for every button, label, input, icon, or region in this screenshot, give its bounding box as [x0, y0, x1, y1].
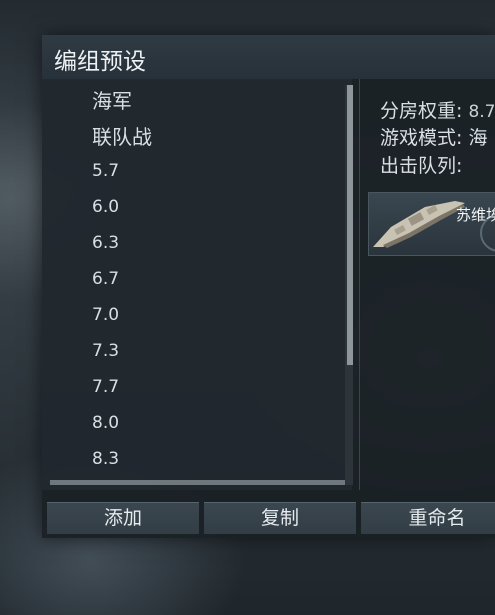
preset-tree-list[interactable]: 海军 联队战 5.7 6.0 6.3 6.7 7.0 7.3 7.7 8.0 8 [42, 79, 352, 490]
copy-button[interactable]: 复制 [204, 502, 356, 534]
list-item[interactable]: 7.0 [42, 297, 342, 333]
list-item-label: 8.3 [92, 449, 120, 469]
battle-rating-row: 分房权重: 8.7 [380, 96, 495, 123]
list-item[interactable]: 6.7 [42, 261, 342, 297]
list-item[interactable]: 7.7 [42, 369, 342, 405]
game-mode-row: 游戏模式: 海 [380, 123, 487, 150]
lineup-row: 出击队列: [380, 151, 462, 178]
panel-divider [359, 79, 360, 490]
add-button[interactable]: 添加 [47, 502, 199, 534]
lineup-label: 出击队列: [380, 155, 463, 177]
list-item-label: 8.0 [92, 413, 120, 433]
list-item-label: 6.7 [92, 269, 120, 289]
preset-dialog: 编组预设 海军 联队战 5.7 6.0 6.3 6.7 7.0 7.3 7.7 [42, 35, 495, 538]
game-mode-value: 海 [468, 127, 488, 149]
battle-rating-label: 分房权重: [380, 100, 463, 122]
list-item[interactable]: 7.3 [42, 333, 342, 369]
list-item-label: 6.3 [92, 233, 120, 253]
list-item[interactable]: 6.0 [42, 189, 342, 225]
list-item-label: 7.7 [92, 377, 120, 397]
ship-card[interactable]: 苏维埃 [368, 192, 495, 256]
ship-name: 苏维埃 [456, 206, 495, 224]
list-item[interactable]: 5.7 [42, 153, 342, 189]
list-item-label: 海军 [92, 89, 132, 113]
dialog-title: 编组预设 [54, 49, 146, 75]
battle-rating-value: 8.7 [468, 102, 495, 122]
list-item-label: 联队战 [92, 125, 152, 149]
list-item-label: 7.0 [92, 305, 120, 325]
list-item-label: 5.7 [92, 161, 120, 181]
horizontal-scrollbar[interactable] [50, 480, 345, 485]
list-item-label: 7.3 [92, 341, 120, 361]
rename-button[interactable]: 重命名 [361, 502, 495, 534]
list-item[interactable]: 6.3 [42, 225, 342, 261]
game-mode-label: 游戏模式: [380, 127, 463, 149]
list-item[interactable]: 联队战 [42, 117, 342, 153]
title-bar: 编组预设 [42, 35, 495, 79]
list-item-label: 6.0 [92, 197, 120, 217]
list-item[interactable]: 8.3 [42, 441, 342, 477]
list-item[interactable]: 8.0 [42, 405, 342, 441]
list-item[interactable]: 海军 [42, 81, 342, 117]
vertical-scrollbar-thumb[interactable] [347, 85, 353, 365]
